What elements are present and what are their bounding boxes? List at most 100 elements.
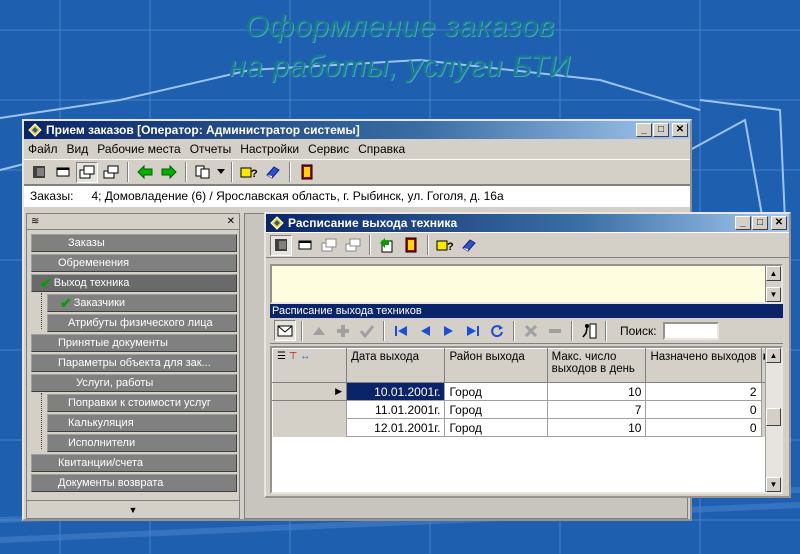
cell-assigned[interactable]: 0 bbox=[645, 400, 762, 419]
back-arrow-icon[interactable] bbox=[134, 162, 156, 183]
filter-icon[interactable]: ☰ bbox=[277, 351, 286, 362]
cell-date[interactable]: 10.01.2001г. bbox=[346, 382, 446, 401]
menu-help[interactable]: Справка bbox=[358, 142, 405, 156]
nav-item-return-documents[interactable]: Документы возврата bbox=[31, 474, 237, 492]
menu-reports[interactable]: Отчеты bbox=[190, 142, 231, 156]
confirm-icon[interactable] bbox=[356, 320, 378, 341]
maximize-button[interactable]: □ bbox=[653, 123, 669, 137]
nav-item-executors[interactable]: Исполнители bbox=[47, 434, 237, 452]
nav-item-technician-visit[interactable]: ✔ Выход техника bbox=[31, 274, 237, 292]
menu-file[interactable]: Файл bbox=[28, 142, 58, 156]
minimize-button[interactable]: _ bbox=[735, 216, 751, 230]
forward-arrow-icon[interactable] bbox=[158, 162, 180, 183]
sort-icon[interactable]: ⊤ bbox=[289, 351, 298, 362]
move-up-icon[interactable] bbox=[308, 320, 330, 341]
nav-item-services-works[interactable]: Услуги, работы bbox=[31, 374, 237, 392]
nav-item-receipts[interactable]: Квитанции/счета bbox=[31, 454, 237, 472]
menu-settings[interactable]: Настройки bbox=[240, 142, 299, 156]
scroll-up-icon[interactable]: ▲ bbox=[766, 348, 781, 363]
tile-window-icon[interactable] bbox=[100, 162, 122, 183]
menu-workplaces[interactable]: Рабочие места bbox=[97, 142, 180, 156]
help-icon[interactable]: ? bbox=[434, 235, 456, 256]
cell-date[interactable]: 11.01.2001г. bbox=[346, 400, 446, 419]
col-header-date[interactable]: Дата выхода bbox=[346, 348, 446, 383]
nav-item-price-corrections[interactable]: Поправки к стоимости услуг bbox=[47, 394, 237, 412]
copy-icon[interactable] bbox=[192, 162, 214, 183]
nav-item-encumbrances[interactable]: Обременения bbox=[31, 254, 237, 272]
menu-service[interactable]: Сервис bbox=[308, 142, 349, 156]
table-row[interactable]: 12.01.2001г. Город 10 0 bbox=[272, 418, 781, 437]
cell-max[interactable]: 10 bbox=[546, 382, 647, 401]
book-icon[interactable] bbox=[262, 162, 284, 183]
grid-vertical-scrollbar[interactable]: ▲ ▼ bbox=[765, 348, 781, 492]
nav-item-person-attributes[interactable]: Атрибуты физического лица bbox=[47, 314, 237, 332]
mail-icon[interactable] bbox=[274, 320, 296, 341]
cascade-window-icon[interactable] bbox=[76, 161, 98, 183]
exit-person-icon[interactable] bbox=[578, 320, 600, 341]
single-window-icon[interactable] bbox=[52, 162, 74, 183]
slide-title-line1: Оформление заказов bbox=[245, 10, 555, 43]
cell-district[interactable]: Город bbox=[444, 382, 548, 401]
col-header-assigned[interactable]: Назначено выходов bbox=[645, 348, 762, 383]
cell-district[interactable]: Город bbox=[444, 418, 548, 437]
current-row-indicator-icon: ▶ bbox=[272, 382, 348, 401]
scroll-thumb[interactable] bbox=[766, 408, 781, 426]
nav-panel-icon: ≋ bbox=[31, 216, 40, 227]
grid-indicator-header: ☰ ⊤ ↔ bbox=[272, 348, 348, 383]
cell-assigned[interactable]: 2 bbox=[645, 382, 762, 401]
scroll-down-icon[interactable]: ▼ bbox=[766, 477, 781, 492]
checkmark-icon: ✔ bbox=[40, 274, 52, 291]
cell-district[interactable]: Город bbox=[444, 400, 548, 419]
exit-door-icon[interactable] bbox=[296, 162, 318, 183]
nav-panel-close-icon[interactable]: ✕ bbox=[227, 216, 235, 227]
import-icon[interactable] bbox=[376, 235, 398, 256]
nav-item-calculation[interactable]: Калькуляция bbox=[47, 414, 237, 432]
nav-scroll-down-icon[interactable]: ▼ bbox=[27, 500, 239, 518]
search-label: Поиск: bbox=[620, 323, 657, 338]
col-header-max-visits[interactable]: Макс. число выходов в день bbox=[546, 348, 647, 383]
tile-window-icon[interactable] bbox=[342, 235, 364, 256]
memo-field[interactable]: ▲ ▼ bbox=[270, 264, 783, 304]
dropdown-arrow-icon[interactable] bbox=[216, 162, 226, 183]
cascade-window-icon[interactable] bbox=[318, 235, 340, 256]
delete-icon[interactable] bbox=[520, 320, 542, 341]
close-button[interactable]: ✕ bbox=[672, 123, 688, 137]
menu-view[interactable]: Вид bbox=[67, 142, 89, 156]
scroll-up-icon[interactable]: ▲ bbox=[766, 266, 781, 281]
add-icon[interactable] bbox=[332, 320, 354, 341]
panel-toggle-icon[interactable] bbox=[28, 162, 50, 183]
nav-item-customers[interactable]: ✔ Заказчики bbox=[47, 294, 237, 312]
nav-item-object-parameters[interactable]: Параметры объекта для зак... bbox=[31, 354, 237, 372]
refresh-icon[interactable] bbox=[486, 320, 508, 341]
schedule-grid[interactable]: ☰ ⊤ ↔ Дата выхода Район выхода Макс. чис… bbox=[270, 346, 783, 494]
row-indicator bbox=[272, 400, 347, 419]
cell-assigned[interactable]: 0 bbox=[645, 418, 762, 437]
cell-date[interactable]: 12.01.2001г. bbox=[346, 418, 446, 437]
table-row[interactable]: 11.01.2001г. Город 7 0 bbox=[272, 400, 781, 419]
main-titlebar[interactable]: Прием заказов [Оператор: Администратор с… bbox=[24, 121, 690, 139]
first-record-icon[interactable] bbox=[390, 320, 412, 341]
remove-icon[interactable] bbox=[544, 320, 566, 341]
single-window-icon[interactable] bbox=[294, 235, 316, 256]
scroll-down-icon[interactable]: ▼ bbox=[766, 287, 781, 302]
cell-max[interactable]: 10 bbox=[546, 418, 647, 437]
memo-scrollbar[interactable]: ▲ ▼ bbox=[765, 266, 781, 302]
col-header-district[interactable]: Район выхода bbox=[444, 348, 548, 383]
minimize-button[interactable]: _ bbox=[636, 123, 652, 137]
next-record-icon[interactable] bbox=[438, 320, 460, 341]
close-button[interactable]: ✕ bbox=[771, 216, 787, 230]
cell-max[interactable]: 7 bbox=[546, 400, 647, 419]
exit-door-icon[interactable] bbox=[400, 235, 422, 256]
search-input[interactable] bbox=[662, 321, 719, 340]
panel-toggle-icon[interactable] bbox=[270, 234, 292, 256]
table-row[interactable]: ▶ 10.01.2001г. Город 10 2 bbox=[272, 382, 781, 401]
book-icon[interactable] bbox=[458, 235, 480, 256]
schedule-titlebar[interactable]: Расписание выхода техника _ □ ✕ bbox=[266, 214, 789, 232]
prev-record-icon[interactable] bbox=[414, 320, 436, 341]
maximize-button[interactable]: □ bbox=[752, 216, 768, 230]
last-record-icon[interactable] bbox=[462, 320, 484, 341]
resize-icon[interactable]: ↔ bbox=[300, 351, 310, 362]
nav-item-accepted-documents[interactable]: Принятые документы bbox=[31, 334, 237, 352]
help-icon[interactable]: ? bbox=[238, 162, 260, 183]
nav-item-orders[interactable]: Заказы bbox=[31, 234, 237, 252]
